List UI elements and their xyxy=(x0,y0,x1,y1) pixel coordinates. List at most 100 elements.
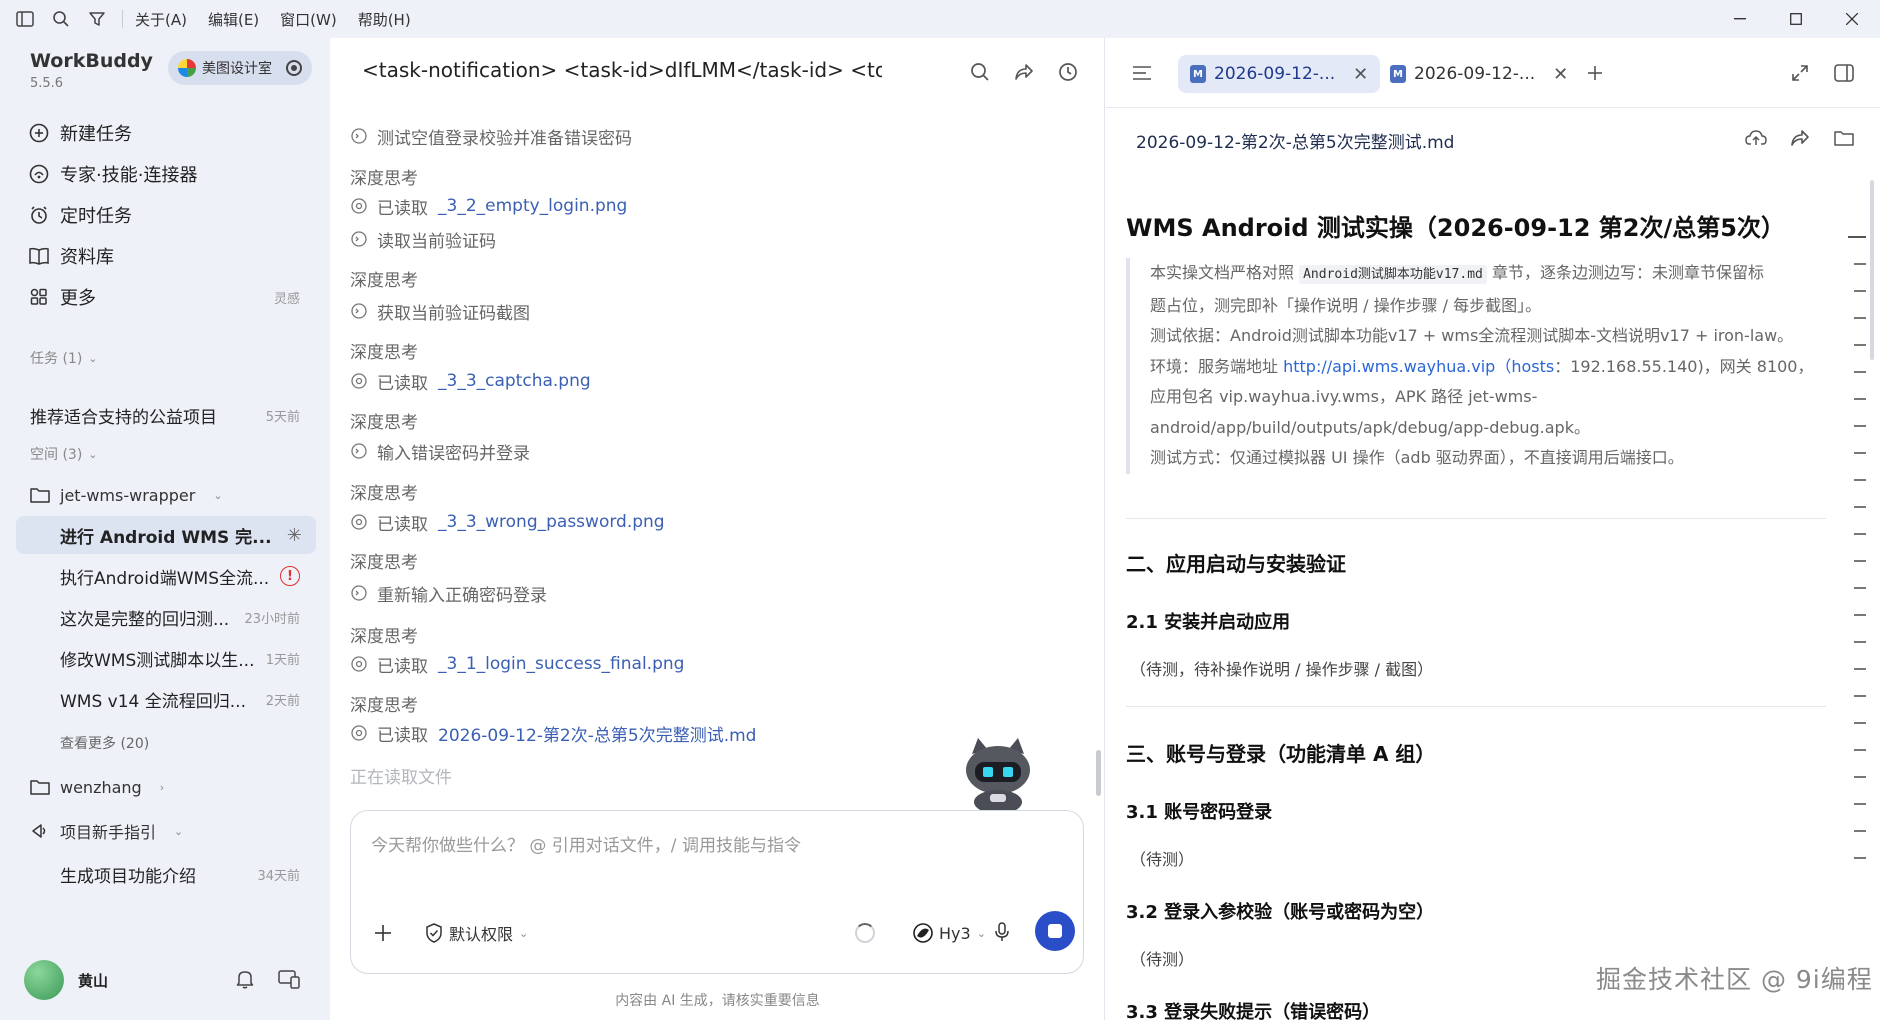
quote-text: 章节，逐条边测边写：未测章节保留标 xyxy=(1491,263,1764,282)
share-icon[interactable] xyxy=(1788,126,1812,150)
search-icon[interactable] xyxy=(50,8,72,30)
permission-dropdown[interactable]: 默认权限 ⌄ xyxy=(425,919,528,947)
session-item[interactable]: 修改WMS测试脚本以生... 1天前 xyxy=(60,639,300,677)
trace-text: 输入错误密码并登录 xyxy=(377,443,530,464)
trace-step: 重新输入正确密码登录 xyxy=(350,578,547,608)
expand-icon[interactable] xyxy=(1788,61,1812,85)
user-bar: 黄山 xyxy=(0,944,330,1014)
share-icon[interactable] xyxy=(1012,60,1036,84)
think-label: 深度思考 xyxy=(350,484,418,504)
doc-heading-2: 三、账号与登录（功能清单 A 组） xyxy=(1126,742,1436,766)
chevron-right-icon: › xyxy=(159,780,165,794)
outline-menu-icon[interactable] xyxy=(1130,61,1154,85)
file-link[interactable]: _3_3_captcha.png xyxy=(438,371,591,391)
folder-onboarding[interactable]: 项目新手指引 ⌄ xyxy=(30,816,183,846)
menu-window[interactable]: 窗口(W) xyxy=(280,9,337,30)
nav-label: 新建任务 xyxy=(60,124,132,145)
session-title: 修改WMS测试脚本以生... xyxy=(60,650,255,671)
quote-text: android/app/build/outputs/apk/debug/app-… xyxy=(1150,417,1590,437)
nav-experts[interactable]: 专家·技能·连接器 xyxy=(28,159,308,189)
doc-heading-3: 3.1 账号密码登录 xyxy=(1126,802,1273,823)
file-link[interactable]: _3_2_empty_login.png xyxy=(438,196,627,216)
eye-icon xyxy=(350,514,367,531)
watermark: 掘金技术社区 @ 9i编程 xyxy=(1596,965,1873,994)
stop-generation-button[interactable] xyxy=(1035,911,1075,951)
terminal-icon xyxy=(350,303,367,320)
see-more-link[interactable]: 查看更多 (20) xyxy=(60,724,149,762)
workspace-switcher[interactable]: 美图设计室 xyxy=(168,51,312,85)
session-title: 生成项目功能介绍 xyxy=(60,866,196,887)
chevron-down-icon: ⌄ xyxy=(976,926,986,940)
filter-icon[interactable] xyxy=(86,8,108,30)
nav-more[interactable]: 更多 灵感 xyxy=(28,282,308,312)
session-item[interactable]: WMS v14 全流程回归... 2天前 xyxy=(60,680,300,718)
task-title: 推荐适合支持的公益项目 xyxy=(30,407,217,428)
close-tab-icon[interactable]: ✕ xyxy=(1553,64,1568,85)
tab-doc-2[interactable]: M 2026-09-12-... ✕ xyxy=(1378,55,1580,93)
file-link[interactable]: _3_3_wrong_password.png xyxy=(438,512,665,532)
file-link[interactable]: _3_1_login_success_final.png xyxy=(438,654,684,674)
sidebar: WorkBuddy 5.5.6 美图设计室 新建任务 专家·技能·连接器 定时任… xyxy=(0,38,330,1020)
close-tab-icon[interactable]: ✕ xyxy=(1353,64,1368,85)
device-icon[interactable] xyxy=(278,968,300,990)
session-item[interactable]: 执行Android端WMS全流... ! xyxy=(60,557,300,595)
api-link[interactable]: http://api.wms.wayhua.vip（hosts xyxy=(1283,357,1554,376)
doc-title: WMS Android 测试实操（2026-09-12 第2次/总第5次） xyxy=(1126,214,1785,242)
minimize-icon[interactable] xyxy=(1712,0,1768,38)
loading-spinner-icon xyxy=(855,923,875,943)
history-icon[interactable] xyxy=(1056,60,1080,84)
outline-minimap[interactable] xyxy=(1848,236,1866,884)
microphone-icon[interactable] xyxy=(991,921,1013,943)
tab-label: 2026-09-12-... xyxy=(1414,64,1536,84)
menu-about[interactable]: 关于(A) xyxy=(135,9,187,30)
folder-wenzhang[interactable]: wenzhang › xyxy=(30,772,164,802)
maximize-icon[interactable] xyxy=(1768,0,1824,38)
tabs-bar: M 2026-09-12-... ✕ M 2026-09-12-... ✕ xyxy=(1106,38,1880,108)
divider xyxy=(1126,706,1826,707)
session-item[interactable]: 这次是完整的回归测... 23小时前 xyxy=(60,598,300,636)
spaces-section-header[interactable]: 空间 (3) ⌄ xyxy=(30,444,98,464)
composer-input[interactable]: 今天帮你做些什么？ @ 引用对话文件，/ 调用技能与指令 xyxy=(371,831,801,856)
chat-scrollbar[interactable] xyxy=(1096,750,1101,796)
plus-circle-icon xyxy=(28,122,50,144)
apps-grid-icon xyxy=(28,286,50,308)
task-item[interactable]: 推荐适合支持的公益项目 5天前 xyxy=(30,396,300,434)
nav-scheduled[interactable]: 定时任务 xyxy=(28,200,308,230)
model-selector[interactable]: Hy3 ⌄ xyxy=(913,919,986,947)
trace-text: 已读取 xyxy=(377,198,428,219)
session-item[interactable]: 生成项目功能介绍 34天前 xyxy=(60,855,300,893)
chat-composer[interactable]: 今天帮你做些什么？ @ 引用对话文件，/ 调用技能与指令 默认权限 ⌄ Hy3 … xyxy=(350,810,1084,974)
menu-edit[interactable]: 编辑(E) xyxy=(208,9,259,30)
trace-step: 已读取 _3_3_wrong_password.png xyxy=(350,507,665,537)
chevron-down-icon: ⌄ xyxy=(174,824,184,838)
open-folder-icon[interactable] xyxy=(1832,126,1856,150)
sidebar-toggle-icon[interactable] xyxy=(14,8,36,30)
eye-icon xyxy=(350,373,367,390)
upload-cloud-icon[interactable] xyxy=(1744,126,1768,150)
markdown-document: WMS Android 测试实操（2026-09-12 第2次/总第5次） 本实… xyxy=(1126,208,1826,1020)
nav-new-task[interactable]: 新建任务 xyxy=(28,118,308,148)
split-panel-icon[interactable] xyxy=(1832,61,1856,85)
menu-help[interactable]: 帮助(H) xyxy=(358,9,411,30)
folder-jet-wms-wrapper[interactable]: jet-wms-wrapper ⌄ xyxy=(30,480,223,510)
reading-status: 正在读取文件 xyxy=(350,768,452,788)
bell-icon[interactable] xyxy=(234,968,256,990)
quote-text: 题占位，测完即补「操作说明 / 操作步骤 / 每步截图」。 xyxy=(1150,295,1542,315)
tab-doc-1[interactable]: M 2026-09-12-... ✕ xyxy=(1178,55,1381,93)
think-label: 深度思考 xyxy=(350,553,418,573)
nav-library[interactable]: 资料库 xyxy=(28,241,308,271)
file-link[interactable]: 2026-09-12-第2次-总第5次完整测试.md xyxy=(438,721,756,746)
avatar[interactable] xyxy=(24,960,64,1000)
document-scrollbar[interactable] xyxy=(1870,180,1874,360)
app-name: WorkBuddy xyxy=(30,50,153,72)
chevron-down-icon: ⌄ xyxy=(213,488,223,502)
folder-name: wenzhang xyxy=(60,777,142,797)
doc-paragraph: （待测） xyxy=(1130,850,1195,869)
add-attachment-icon[interactable] xyxy=(371,921,395,945)
search-icon[interactable] xyxy=(968,60,992,84)
new-tab-icon[interactable] xyxy=(1583,61,1607,85)
session-item-active[interactable]: 进行 Android WMS 完... ✳ xyxy=(16,516,316,554)
close-icon[interactable] xyxy=(1824,0,1880,38)
tasks-section-header[interactable]: 任务 (1) ⌄ xyxy=(30,348,98,368)
record-toggle-icon[interactable] xyxy=(286,60,302,76)
